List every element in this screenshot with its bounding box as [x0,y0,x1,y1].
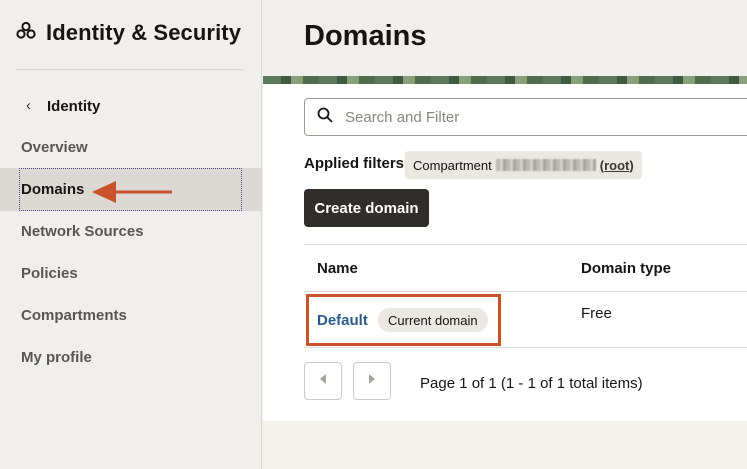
app-title: Identity & Security [46,20,242,45]
redacted-compartment-name [495,159,596,171]
sidebar-item-label: My profile [21,348,92,366]
sidebar-item-label: Compartments [21,306,127,324]
chip-prefix: Compartment [413,157,492,173]
compartment-filter-chip[interactable]: Compartment (root) [405,151,642,179]
annotation-arrow-icon [92,180,174,209]
divider [16,69,243,70]
column-header-name[interactable]: Name [317,260,358,277]
next-page-button[interactable] [353,362,391,400]
identity-security-icon [16,21,36,46]
domain-link-default[interactable]: Default [317,312,368,329]
sidebar-item-my-profile[interactable]: My profile [0,337,262,377]
previous-page-button[interactable] [304,362,342,400]
brand: Identity & Security [16,20,241,46]
sidebar-item-compartments[interactable]: Compartments [0,295,262,335]
search-input[interactable]: Search and Filter [304,98,747,136]
page-title: Domains [304,20,427,52]
search-icon [317,107,333,128]
main-content: Domains Search and Filter Applied filter… [263,0,747,469]
chevron-left-icon: ‹ [26,97,31,114]
sidebar-item-label: Network Sources [21,222,144,240]
search-placeholder: Search and Filter [345,108,460,126]
caret-right-icon [367,372,377,390]
back-to-identity-link[interactable]: ‹ Identity [26,96,100,116]
domain-type-cell: Free [581,305,612,322]
sidebar-item-policies[interactable]: Policies [0,253,262,293]
applied-filters-label: Applied filters [304,155,405,172]
column-header-domain-type[interactable]: Domain type [581,260,671,277]
current-domain-badge: Current domain [378,308,488,332]
caret-left-icon [318,372,328,390]
chip-root-link[interactable]: (root) [600,158,634,173]
table-divider [304,291,747,292]
sidebar-item-overview[interactable]: Overview [0,127,262,167]
decorative-banner [263,76,747,84]
create-domain-button[interactable]: Create domain [304,189,429,227]
table-divider [304,347,747,348]
sidebar-item-network-sources[interactable]: Network Sources [0,211,262,251]
back-label: Identity [47,97,101,115]
sidebar-item-label: Domains [21,181,85,198]
panel-footer [263,421,747,469]
sidebar: Identity & Security ‹ Identity Overview … [0,0,262,469]
table-divider [304,244,747,245]
pagination-status: Page 1 of 1 (1 - 1 of 1 total items) [420,375,643,392]
sidebar-item-label: Policies [21,264,78,282]
sidebar-item-label: Overview [21,138,88,156]
